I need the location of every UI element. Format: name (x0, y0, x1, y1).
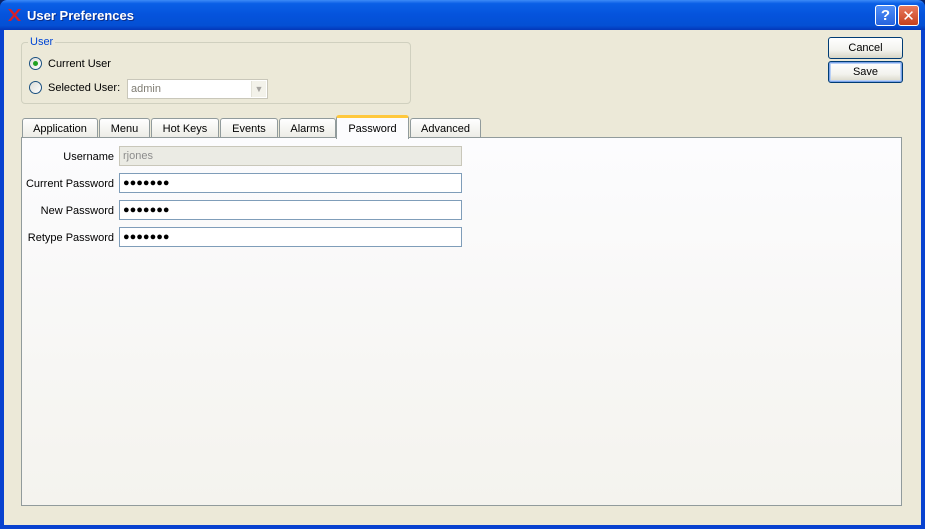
current-user-radio[interactable] (29, 57, 42, 70)
tab-label: Alarms (290, 122, 325, 135)
window-title: User Preferences (27, 8, 134, 23)
save-button-label: Save (852, 66, 879, 78)
tab-application[interactable]: Application (22, 118, 98, 138)
tab-alarms[interactable]: Alarms (279, 118, 336, 138)
app-x-icon (8, 9, 21, 21)
save-button[interactable]: Save (828, 61, 903, 83)
new-password-value: ●●●●●●● (123, 204, 170, 216)
tab-hot-keys[interactable]: Hot Keys (151, 118, 219, 138)
selected-user-option[interactable]: Selected User: (29, 81, 120, 94)
cancel-button-label: Cancel (848, 42, 883, 54)
username-label: Username (63, 151, 114, 163)
username-field: rjones (119, 146, 462, 166)
username-value: rjones (123, 150, 153, 162)
cancel-button[interactable]: Cancel (828, 37, 903, 59)
current-user-label: Current User (48, 57, 111, 70)
tab-label: Advanced (421, 122, 470, 135)
tab-menu[interactable]: Menu (99, 118, 150, 138)
tab-advanced[interactable]: Advanced (410, 118, 481, 138)
current-password-field[interactable]: ●●●●●●● (119, 173, 462, 193)
retype-password-field[interactable]: ●●●●●●● (119, 227, 462, 247)
selected-user-value: admin (131, 83, 161, 95)
dialog-client-area: User Current User Selected User: admin ▼… (4, 30, 921, 525)
help-button[interactable]: ? (875, 5, 896, 26)
password-tab-panel: Username rjones Current Password ●●●●●●●… (21, 137, 902, 506)
title-bar[interactable]: User Preferences ? ✕ (0, 0, 925, 30)
tab-label: Password (348, 122, 397, 135)
new-password-field[interactable]: ●●●●●●● (119, 200, 462, 220)
retype-password-value: ●●●●●●● (123, 231, 170, 243)
tab-label: Events (232, 122, 266, 135)
retype-password-label: Retype Password (27, 232, 114, 244)
selected-user-radio[interactable] (29, 81, 42, 94)
chevron-down-icon[interactable]: ▼ (251, 81, 266, 97)
new-password-label: New Password (40, 205, 114, 217)
tab-label: Application (33, 122, 87, 135)
current-password-value: ●●●●●●● (123, 177, 170, 189)
selected-user-combo[interactable]: admin ▼ (127, 79, 268, 99)
user-preferences-window: User Preferences ? ✕ User Current User S… (0, 0, 925, 529)
tab-label: Hot Keys (162, 122, 208, 135)
tab-password[interactable]: Password (336, 115, 409, 139)
user-group-legend: User (28, 36, 56, 48)
tab-label: Menu (110, 122, 139, 135)
close-icon: ✕ (902, 7, 915, 25)
current-password-label: Current Password (25, 178, 114, 190)
close-button[interactable]: ✕ (898, 5, 919, 26)
user-group: User Current User Selected User: admin ▼ (21, 36, 411, 104)
current-user-option[interactable]: Current User (29, 57, 111, 70)
help-icon: ? (880, 7, 891, 24)
tab-events[interactable]: Events (220, 118, 278, 138)
selected-user-label: Selected User: (48, 81, 121, 94)
